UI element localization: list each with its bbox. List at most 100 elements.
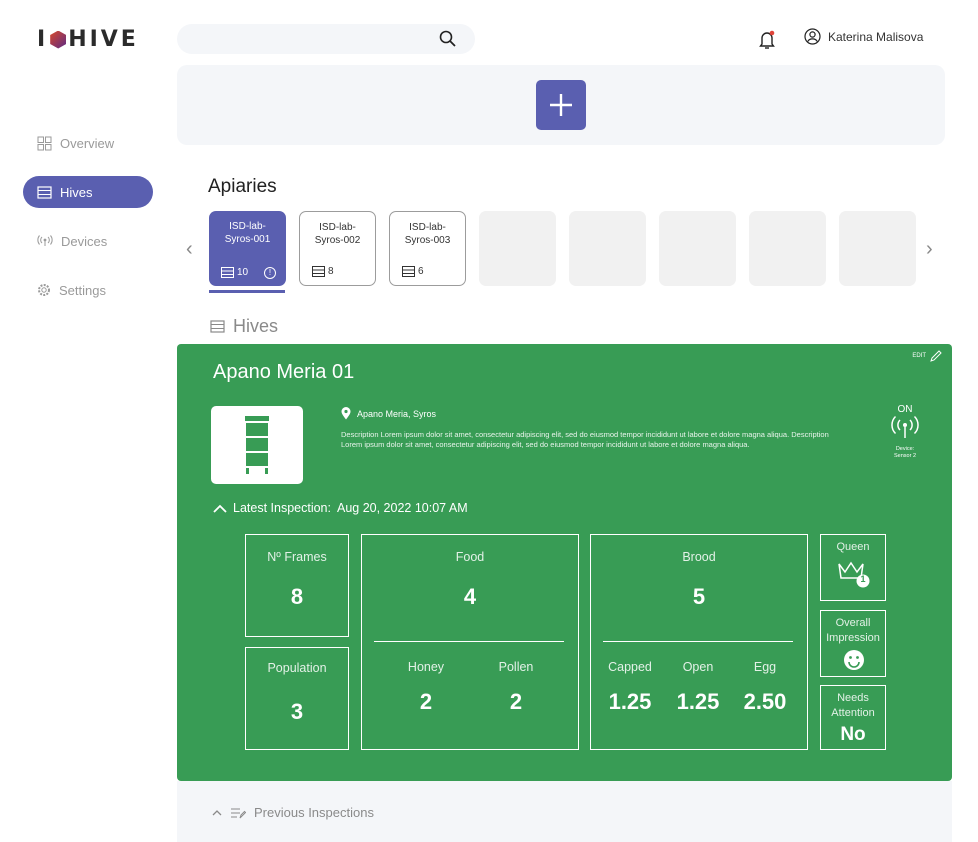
latest-date: Aug 20, 2022 10:07 AM — [336, 501, 468, 515]
capped-label: Capped — [608, 660, 652, 674]
apiary-placeholder — [839, 211, 916, 286]
add-button[interactable] — [536, 80, 586, 130]
sidebar-item-hives[interactable]: Hives — [23, 176, 153, 208]
apiary-name: ISD-lab-Syros-003 — [404, 222, 451, 246]
pollen-value: 2 — [509, 689, 523, 714]
food-label: Food — [455, 550, 485, 564]
queen-box: Queen 1 — [820, 534, 886, 601]
sidebar-item-settings[interactable]: Settings — [23, 274, 153, 306]
brood-label: Brood — [682, 550, 716, 564]
food-value: 4 — [463, 584, 477, 609]
apiary-name: ISD-lab-Syros-001 — [224, 221, 271, 245]
gear-icon — [38, 284, 50, 296]
location-pin-icon — [341, 407, 351, 420]
open-cell: Open 1.25 — [665, 660, 731, 715]
apiary-placeholder — [749, 211, 826, 286]
info-icon[interactable]: ! — [264, 267, 276, 279]
open-label: Open — [682, 660, 714, 674]
apiary-name: ISD-lab-Syros-002 — [314, 222, 361, 246]
hive-icon — [402, 266, 415, 277]
egg-cell: Egg 2.50 — [732, 660, 798, 715]
pollen-label: Pollen — [498, 660, 534, 674]
apiary-placeholder — [569, 211, 646, 286]
app-logo[interactable]: I HIVE — [37, 27, 139, 52]
logo-text-left: I — [37, 27, 49, 52]
beehive-icon — [245, 416, 269, 474]
active-apiary-indicator — [209, 290, 285, 293]
hive-description: Description Lorem ipsum dolor sit amet, … — [341, 430, 829, 449]
hive-icon — [221, 267, 234, 278]
apiaries-title: Apiaries — [208, 176, 277, 197]
impression-label: Overall Impression — [826, 617, 880, 644]
hive-name: Apano Meria 01 — [213, 361, 355, 383]
queen-badge: 1 — [860, 574, 866, 584]
population-value: 3 — [290, 699, 304, 724]
logo-hexagon-icon — [50, 30, 67, 49]
chevron-right-icon[interactable]: › — [926, 238, 933, 261]
sidebar-item-devices[interactable]: Devices — [23, 225, 153, 257]
honey-cell: Honey 2 — [388, 660, 464, 715]
edit-button[interactable]: EDIT — [912, 350, 942, 362]
add-panel — [177, 65, 945, 145]
population-box: Population 3 — [245, 647, 349, 750]
hive-icon — [210, 320, 225, 333]
smiley-icon — [844, 650, 864, 670]
previous-inspections-panel: Previous Inspections — [177, 781, 952, 842]
edit-label: EDIT — [912, 353, 926, 359]
hive-card: Apano Meria 01 EDIT Apano Meria, Syros D… — [177, 344, 952, 781]
apiary-card[interactable]: ISD-lab-Syros-003 6 — [389, 211, 466, 286]
hive-icon — [312, 266, 325, 277]
search-icon[interactable] — [439, 30, 457, 53]
sidebar-item-label: Settings — [59, 282, 106, 298]
capped-value: 1.25 — [608, 689, 652, 714]
user-menu[interactable]: Katerina Malisova — [804, 28, 923, 45]
attention-value: No — [840, 724, 866, 745]
latest-inspection-toggle[interactable]: Latest Inspection: Aug 20, 2022 10:07 AM — [213, 501, 468, 515]
sidebar-item-overview[interactable]: Overview — [23, 127, 153, 159]
frames-value: 8 — [290, 584, 304, 609]
honey-label: Honey — [407, 660, 445, 674]
chevron-up-icon — [212, 810, 222, 816]
device-name: Sensor 2 — [893, 453, 916, 459]
location-text: Apano Meria, Syros — [357, 408, 437, 419]
antenna-icon — [37, 235, 53, 246]
list-edit-icon — [231, 808, 246, 818]
device-label: Device: — [895, 446, 915, 452]
chevron-up-icon — [213, 504, 227, 513]
population-label: Population — [267, 661, 327, 675]
hives-section-title: Hives — [210, 316, 278, 337]
sidebar-item-label: Devices — [61, 233, 108, 249]
capped-cell: Capped 1.25 — [597, 660, 663, 715]
previous-inspections-toggle[interactable]: Previous Inspections — [212, 805, 374, 820]
hives-title: Hives — [233, 316, 279, 336]
impression-box: Overall Impression — [820, 610, 886, 677]
device-status[interactable]: ON Device: Sensor 2 — [885, 404, 925, 460]
attention-box: Needs Attention No — [820, 685, 886, 750]
hive-icon — [37, 185, 52, 199]
brood-box: Brood 5 Capped 1.25 Open 1.25 Egg 2.50 — [590, 534, 808, 750]
logo-text-right: HIVE — [68, 27, 139, 52]
food-divider — [374, 641, 564, 642]
user-avatar-icon — [804, 28, 821, 45]
egg-label: Egg — [753, 660, 777, 674]
latest-label: Latest Inspection: — [233, 501, 331, 515]
attention-label: Needs Attention — [831, 692, 875, 719]
plus-icon — [550, 94, 572, 116]
apiary-card[interactable]: ISD-lab-Syros-001 10 ! — [209, 211, 286, 286]
food-box: Food 4 Honey 2 Pollen 2 — [361, 534, 579, 750]
search-input[interactable] — [177, 24, 475, 54]
signal-icon — [891, 415, 919, 438]
apiary-card[interactable]: ISD-lab-Syros-002 8 — [299, 211, 376, 286]
pencil-icon — [930, 350, 942, 362]
sidebar-item-label: Hives — [60, 184, 93, 200]
notifications-bell-icon[interactable] — [758, 30, 776, 55]
previous-inspections-label: Previous Inspections — [254, 805, 374, 820]
open-value: 1.25 — [676, 689, 720, 714]
apiary-hive-count: 8 — [328, 266, 334, 277]
apiary-hive-count: 6 — [418, 266, 424, 277]
sidebar-item-label: Overview — [60, 135, 115, 151]
honey-value: 2 — [419, 689, 433, 714]
grid-icon — [37, 136, 52, 150]
apiary-placeholder — [479, 211, 556, 286]
chevron-left-icon[interactable]: ‹ — [186, 238, 193, 261]
